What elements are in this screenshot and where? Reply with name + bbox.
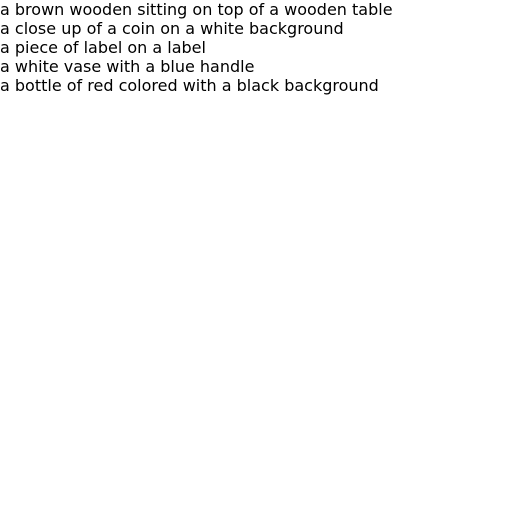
caption-line-1: a brown wooden sitting on top of a woode… [0,0,393,19]
caption-line-4: a white vase with a blue handle [0,57,255,76]
caption-line-3: a piece of label on a label [0,38,206,57]
caption-list: a brown wooden sitting on top of a woode… [0,0,512,95]
caption-line-5: a bottle of red colored with a black bac… [0,76,379,95]
caption-line-2: a close up of a coin on a white backgrou… [0,19,344,38]
